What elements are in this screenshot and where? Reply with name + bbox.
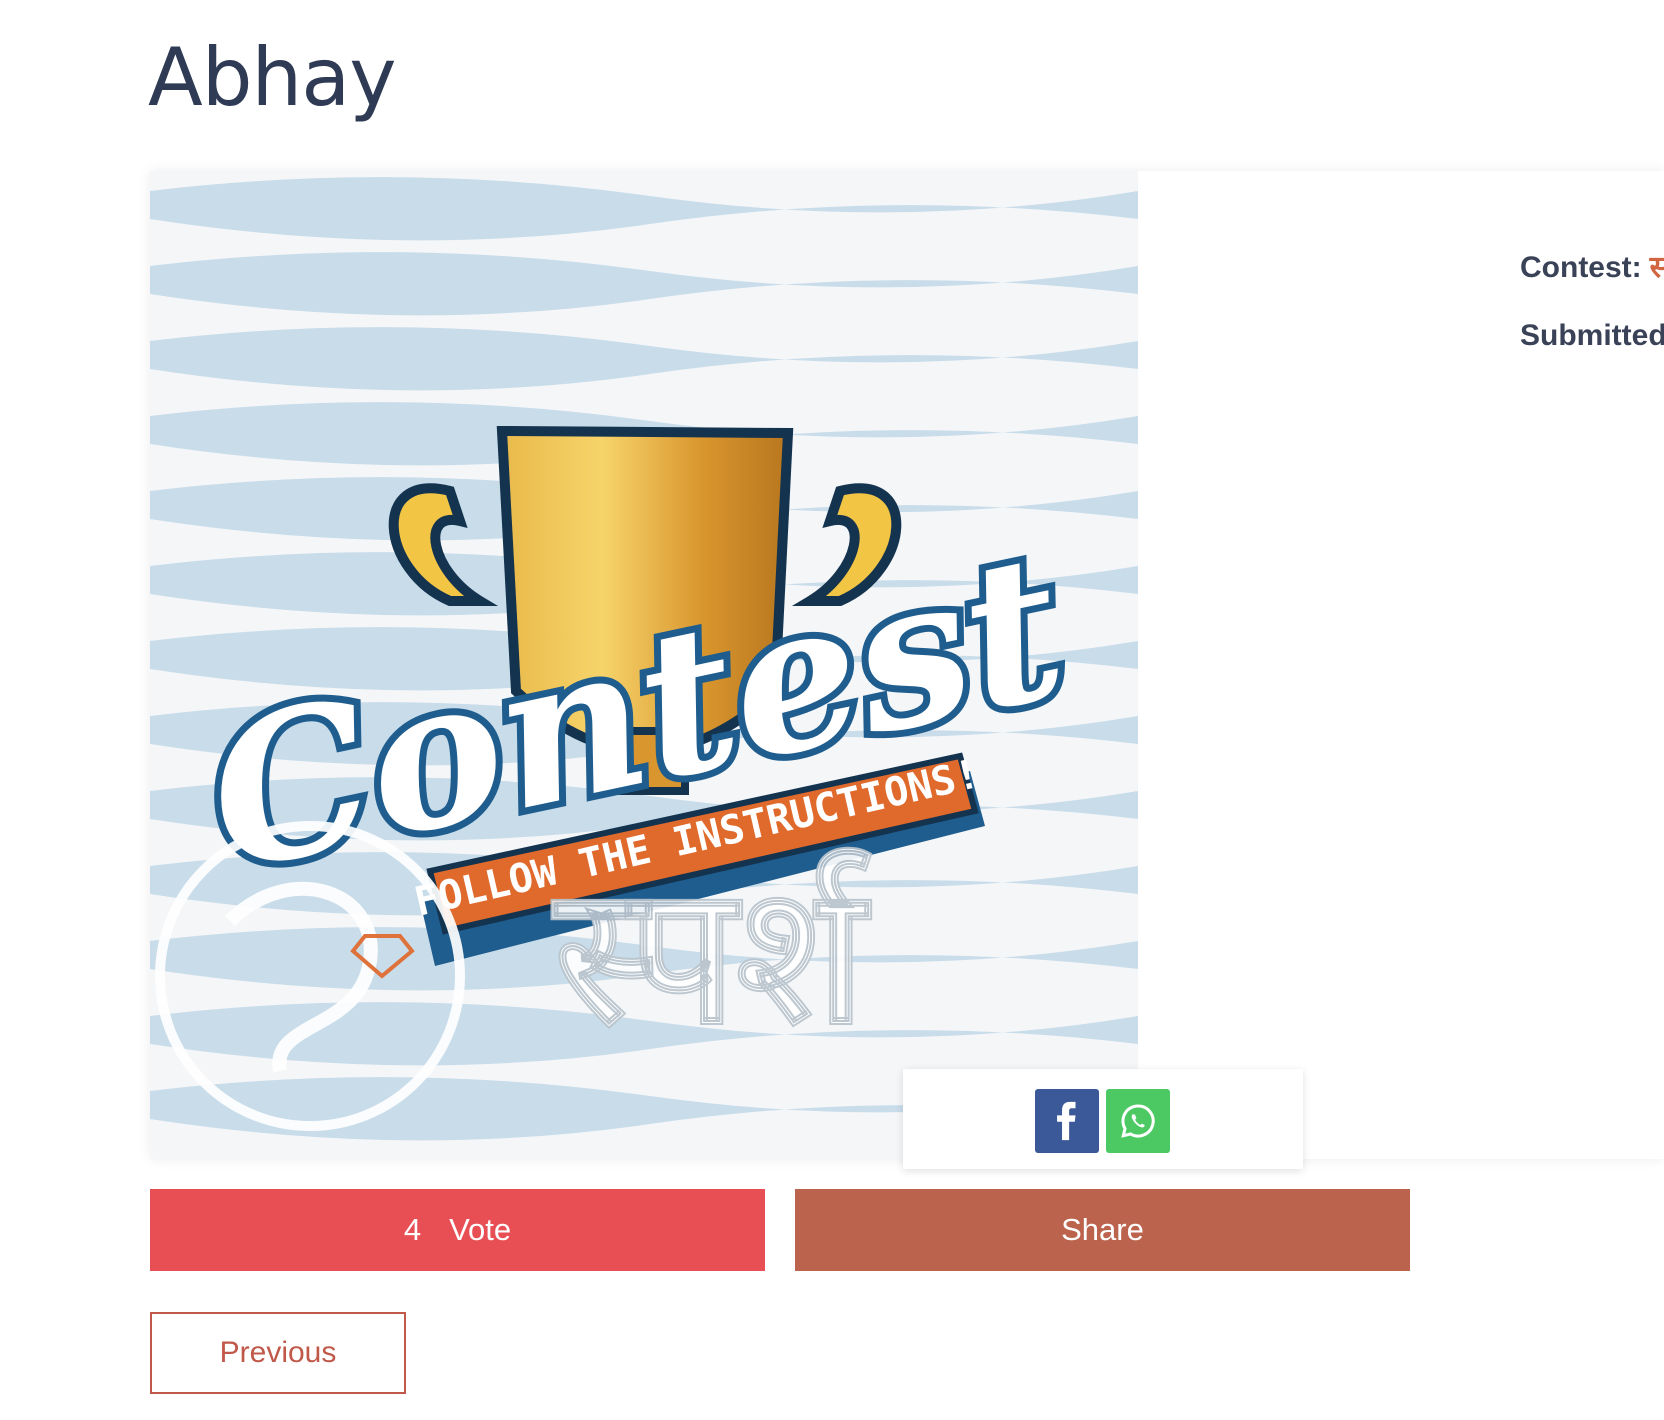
previous-button[interactable]: Previous — [150, 1312, 406, 1394]
facebook-share-button[interactable] — [1035, 1089, 1099, 1153]
vote-count: 4 — [403, 1212, 422, 1247]
entry-image[interactable]: FOLLOW THE INSTRUCTIONS! Contest स्पर्श — [150, 171, 1138, 1159]
vote-button[interactable]: 4 Vote — [150, 1189, 765, 1271]
share-button[interactable]: Share — [795, 1189, 1410, 1271]
entry-page: Abhay FOLLOW THE INSTRUCTIONS! Contest स… — [0, 0, 1664, 1420]
contest-row: Contest: स् — [1520, 252, 1664, 284]
page-title: Abhay — [148, 31, 397, 124]
entry-meta: Contest: स् Submitted — [1520, 252, 1664, 388]
share-label: Share — [1061, 1212, 1144, 1247]
submitted-row: Submitted — [1520, 320, 1664, 352]
submitted-label: Submitted — [1520, 319, 1664, 352]
contest-link[interactable]: स् — [1650, 251, 1664, 284]
facebook-icon — [1057, 1101, 1076, 1141]
contest-label: Contest: — [1520, 251, 1642, 284]
share-popup — [903, 1069, 1303, 1169]
previous-label: Previous — [219, 1336, 337, 1369]
vote-label: Vote — [449, 1212, 512, 1247]
whatsapp-icon — [1121, 1104, 1155, 1138]
watermark-text: स्पर्श — [551, 845, 871, 1066]
contest-artwork: FOLLOW THE INSTRUCTIONS! Contest स्पर्श — [150, 171, 1138, 1159]
whatsapp-share-button[interactable] — [1106, 1089, 1170, 1153]
